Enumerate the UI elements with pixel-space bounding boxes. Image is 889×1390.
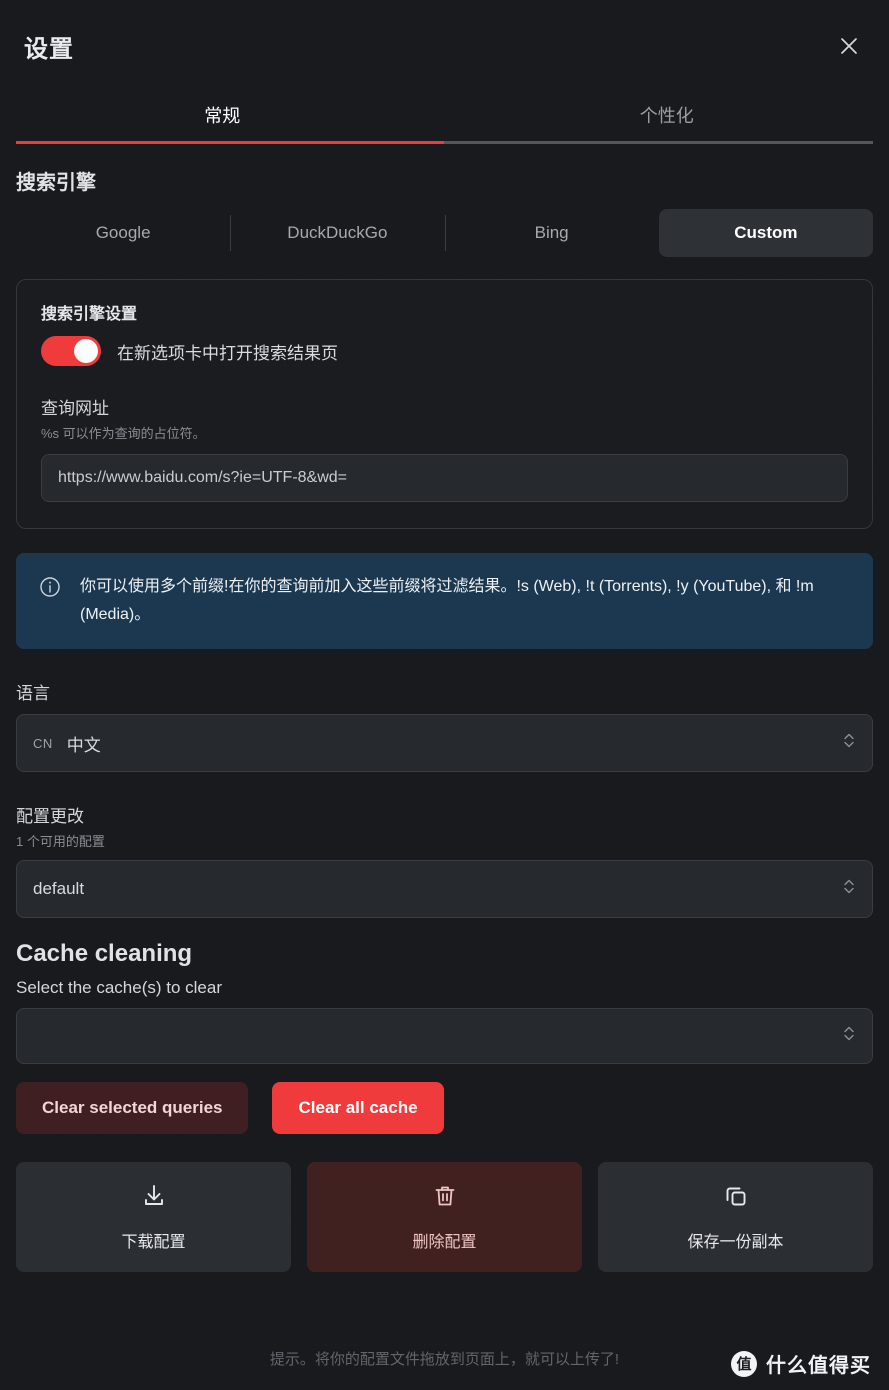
engine-option-custom[interactable]: Custom <box>658 209 873 257</box>
language-select[interactable]: CN 中文 <box>16 714 873 772</box>
close-button[interactable] <box>829 26 869 66</box>
search-engine-settings-card: 搜索引擎设置 在新选项卡中打开搜索结果页 查询网址 %s 可以作为查询的占位符。… <box>16 279 873 529</box>
engine-option-google[interactable]: Google <box>16 209 230 257</box>
config-value: default <box>33 879 85 898</box>
watermark-badge-icon: 值 <box>731 1350 757 1377</box>
prefix-info-text: 你可以使用多个前缀!在你的查询前加入这些前缀将过滤结果。!s (Web), !t… <box>80 578 814 623</box>
tab-personalization[interactable]: 个性化 <box>445 92 889 144</box>
delete-config-label: 删除配置 <box>412 1233 477 1251</box>
new-tab-toggle-row: 在新选项卡中打开搜索结果页 <box>41 336 848 366</box>
clear-selected-queries-label: Clear selected queries <box>42 1098 223 1117</box>
engine-option-duckduckgo-label: DuckDuckGo <box>287 223 388 242</box>
tab-general-label: 常规 <box>204 106 241 126</box>
cache-select-label: Select the cache(s) to clear <box>16 978 222 997</box>
cache-select[interactable] <box>16 1008 873 1064</box>
save-copy-label: 保存一份副本 <box>687 1233 784 1251</box>
tab-general[interactable]: 常规 <box>0 92 445 144</box>
tab-bar: 常规 个性化 <box>0 92 889 144</box>
chevron-up-down-icon <box>842 1024 856 1049</box>
titlebar: 设置 <box>0 0 889 92</box>
search-engine-section-title: 搜索引擎 <box>16 172 96 194</box>
clear-all-cache-button[interactable]: Clear all cache <box>272 1082 444 1134</box>
download-config-button[interactable]: 下载配置 <box>16 1162 291 1272</box>
engine-option-custom-label: Custom <box>734 223 798 242</box>
prefix-info-banner: 你可以使用多个前缀!在你的查询前加入这些前缀将过滤结果。!s (Web), !t… <box>16 553 873 649</box>
toggle-knob <box>74 339 98 363</box>
engine-option-google-label: Google <box>95 223 151 242</box>
copy-icon <box>723 1183 749 1214</box>
engine-option-bing-label: Bing <box>534 223 569 242</box>
cache-button-row: Clear selected queries Clear all cache <box>16 1082 873 1134</box>
delete-config-button[interactable]: 删除配置 <box>307 1162 582 1272</box>
tab-personalization-label: 个性化 <box>639 106 694 126</box>
watermark: 值 什么值得买 <box>731 1349 871 1378</box>
settings-content: 搜索引擎 Google DuckDuckGo Bing Custom 搜索引擎设… <box>0 166 889 1272</box>
clear-selected-queries-button[interactable]: Clear selected queries <box>16 1082 249 1134</box>
config-select[interactable]: default <box>16 860 873 918</box>
search-engine-card-title: 搜索引擎设置 <box>41 306 138 323</box>
open-in-new-tab-toggle[interactable] <box>41 336 101 366</box>
language-value: 中文 <box>66 735 101 755</box>
save-copy-button[interactable]: 保存一份副本 <box>598 1162 873 1272</box>
close-icon <box>838 35 860 57</box>
chevron-up-down-icon <box>842 731 856 756</box>
page-title: 设置 <box>24 35 74 63</box>
open-in-new-tab-label: 在新选项卡中打开搜索结果页 <box>117 343 338 363</box>
language-label: 语言 <box>16 684 50 703</box>
clear-all-cache-label: Clear all cache <box>298 1098 418 1117</box>
query-url-hint: %s 可以作为查询的占位符。 <box>41 426 206 441</box>
language-flag-label: CN <box>33 735 53 751</box>
config-action-row: 下载配置 删除配置 保存一份副本 <box>16 1162 873 1272</box>
footer-tip-text: 提示。将你的配置文件拖放到页面上，就可以上传了! <box>269 1350 620 1368</box>
query-url-value: https://www.baidu.com/s?ie=UTF-8&wd= <box>58 469 348 486</box>
query-url-label: 查询网址 <box>41 399 109 418</box>
engine-option-duckduckgo[interactable]: DuckDuckGo <box>230 209 444 257</box>
watermark-text: 什么值得买 <box>766 1355 871 1377</box>
search-engine-selector: Google DuckDuckGo Bing Custom <box>16 209 873 257</box>
engine-option-bing[interactable]: Bing <box>444 209 659 257</box>
config-sub-label: 1 个可用的配置 <box>16 834 105 849</box>
tab-active-underline <box>16 141 444 144</box>
config-label: 配置更改 <box>16 807 84 826</box>
cache-cleaning-section-title: Cache cleaning <box>16 940 193 967</box>
download-config-label: 下载配置 <box>121 1233 186 1251</box>
chevron-up-down-icon <box>842 877 856 902</box>
info-circle-icon <box>38 575 62 604</box>
query-url-input[interactable]: https://www.baidu.com/s?ie=UTF-8&wd= <box>41 454 848 502</box>
download-icon <box>141 1183 167 1214</box>
trash-icon <box>432 1183 458 1214</box>
